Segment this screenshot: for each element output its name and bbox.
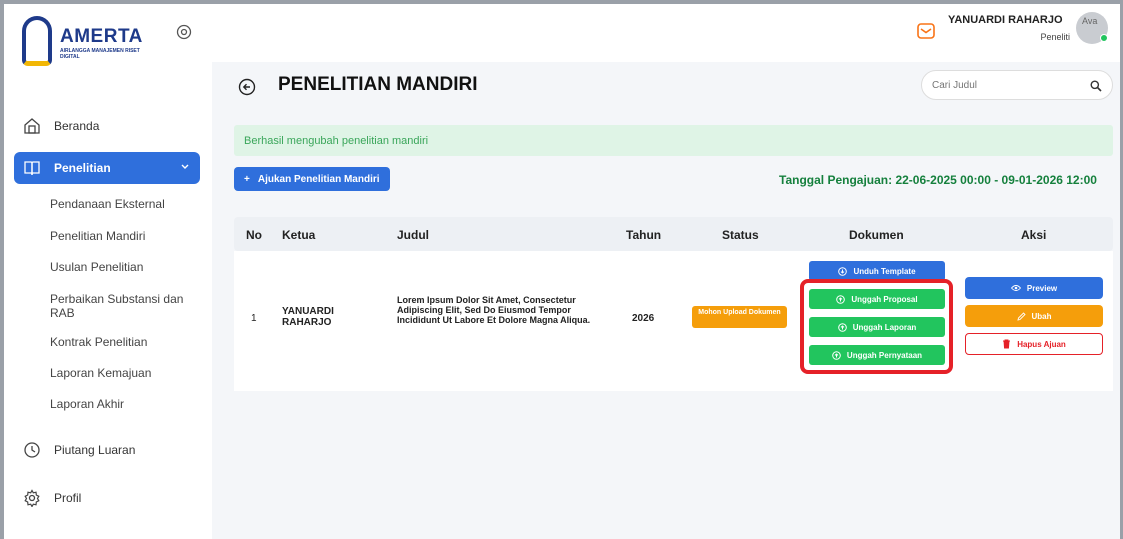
search-box[interactable] (921, 70, 1113, 100)
sidebar-subitem-pendanaan-eksternal[interactable]: Pendanaan Eksternal (50, 197, 200, 211)
col-no: No (246, 228, 262, 242)
mail-icon[interactable] (917, 23, 935, 44)
sidebar-item-profil[interactable]: Profil (14, 482, 200, 514)
preview-button[interactable]: Preview (965, 277, 1103, 299)
clock-icon (22, 440, 42, 460)
home-icon (22, 116, 42, 136)
pencil-icon (1016, 311, 1026, 321)
highlight-box (800, 279, 953, 374)
cell-ketua: YANUARDI RAHARJO (282, 306, 334, 328)
sidebar-item-beranda[interactable]: Beranda (14, 110, 200, 142)
col-aksi: Aksi (1021, 228, 1047, 242)
col-judul: Judul (397, 228, 429, 242)
sidebar-subitem-laporan-akhir[interactable]: Laporan Akhir (50, 397, 200, 411)
sidebar-item-penelitian[interactable]: Penelitian (14, 152, 200, 184)
chevron-down-icon (180, 161, 190, 175)
sidebar-item-label: Beranda (54, 119, 100, 133)
col-status: Status (722, 228, 759, 242)
sidebar-subitem-usulan-penelitian[interactable]: Usulan Penelitian (50, 260, 200, 274)
success-alert: Berhasil mengubah penelitian mandiri (234, 125, 1113, 156)
top-bar: YANUARDI RAHARJO Peneliti Ava (212, 4, 1120, 62)
cell-no: 1 (251, 313, 257, 324)
sidebar-item-label: Penelitian (54, 161, 111, 175)
sidebar: AMERTA AIRLANGGA MANAJEMEN RISET DIGITAL… (4, 4, 212, 539)
col-ketua: Ketua (282, 228, 316, 242)
ajukan-penelitian-button[interactable]: + Ajukan Penelitian Mandiri (234, 167, 390, 191)
user-role: Peneliti (1040, 32, 1070, 42)
avatar-alt-text: Ava (1082, 16, 1098, 26)
tanggal-pengajuan: Tanggal Pengajuan: 22-06-2025 00:00 - 09… (779, 173, 1097, 187)
sidebar-subitem-kontrak-penelitian[interactable]: Kontrak Penelitian (50, 335, 200, 349)
preview-label: Preview (1026, 283, 1058, 293)
status-badge: Mohon Upload Dokumen (692, 306, 787, 328)
sidebar-subitem-penelitian-mandiri[interactable]: Penelitian Mandiri (50, 229, 200, 243)
brand-name: AMERTA (60, 26, 143, 47)
brand-subtitle: AIRLANGGA MANAJEMEN RISET DIGITAL (60, 48, 140, 60)
user-name: YANUARDI RAHARJO (948, 14, 1063, 26)
eye-icon (1010, 285, 1021, 291)
col-tahun: Tahun (626, 228, 662, 242)
brand-logo[interactable]: AMERTA AIRLANGGA MANAJEMEN RISET DIGITAL (18, 14, 178, 70)
logo-arch-icon (22, 16, 52, 66)
sidebar-item-label: Piutang Luaran (54, 443, 136, 457)
cell-judul: Lorem Ipsum Dolor Sit Amet, Consectetur … (397, 295, 591, 325)
unduh-template-label: Unduh Template (853, 266, 916, 276)
sidebar-subitem-laporan-kemajuan[interactable]: Laporan Kemajuan (50, 366, 200, 380)
hapus-ajuan-button[interactable]: Hapus Ajuan (965, 333, 1103, 355)
ubah-button[interactable]: Ubah (965, 305, 1103, 327)
ubah-label: Ubah (1031, 311, 1052, 321)
back-arrow-icon[interactable] (238, 78, 256, 101)
sidebar-subitem-perbaikan-substansi[interactable]: Perbaikan Substansi dan RAB (50, 292, 200, 320)
trash-icon (1003, 339, 1011, 349)
sidebar-item-piutang-luaran[interactable]: Piutang Luaran (14, 434, 200, 466)
book-icon (22, 158, 42, 178)
cell-tahun: 2026 (632, 313, 655, 324)
table-header: No Ketua Judul Tahun Status Dokumen Aksi (234, 217, 1113, 251)
radio-settings-icon[interactable] (176, 24, 192, 40)
online-status-dot (1100, 34, 1108, 42)
search-input[interactable] (932, 79, 1072, 91)
col-dokumen: Dokumen (849, 228, 904, 242)
search-icon[interactable] (1090, 79, 1102, 97)
page-title: PENELITIAN MANDIRI (278, 74, 478, 95)
hapus-ajuan-label: Hapus Ajuan (1017, 339, 1066, 349)
ajukan-label: Ajukan Penelitian Mandiri (257, 173, 380, 185)
download-icon (838, 266, 848, 276)
gear-icon (22, 488, 42, 508)
sidebar-item-label: Profil (54, 491, 82, 505)
plus-icon: + (244, 173, 250, 185)
unduh-template-button[interactable]: Unduh Template (809, 261, 945, 281)
